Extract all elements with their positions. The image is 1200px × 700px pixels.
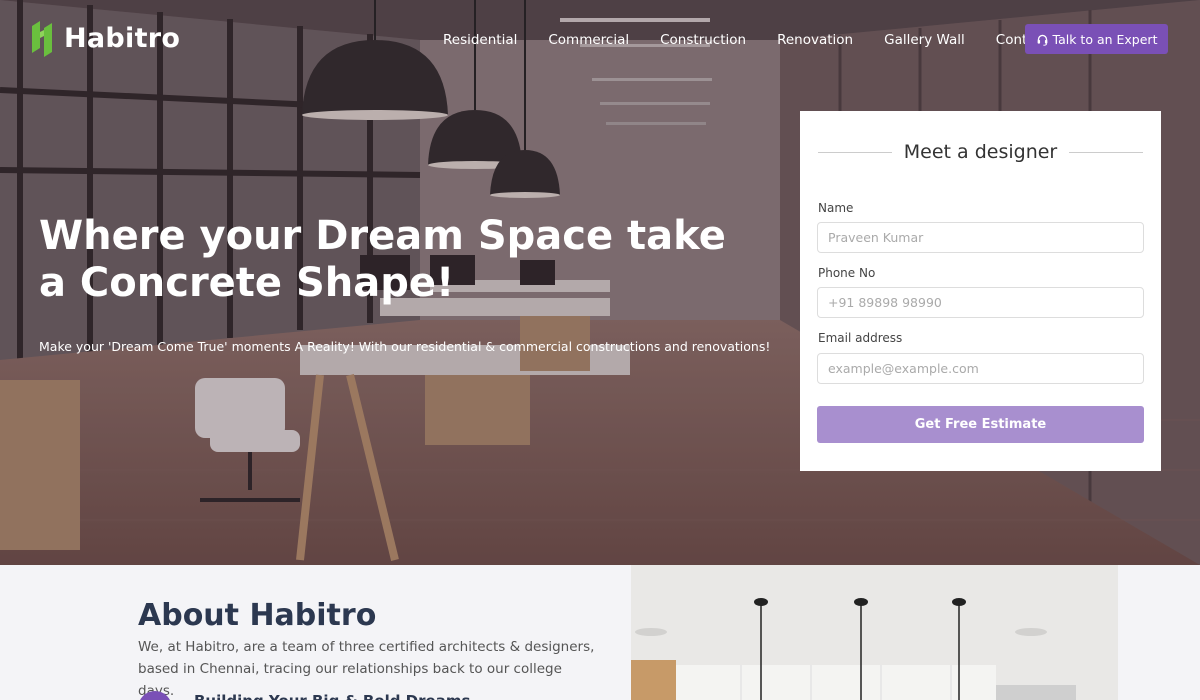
phone-label: Phone No: [818, 266, 876, 280]
hero-subtitle: Make your 'Dream Come True' moments A Re…: [39, 339, 771, 354]
get-free-estimate-button[interactable]: Get Free Estimate: [817, 406, 1144, 443]
nav-item-construction[interactable]: Construction: [660, 32, 746, 48]
nav-item-gallery-wall[interactable]: Gallery Wall: [884, 32, 965, 48]
form-header-divider-right: [1069, 151, 1144, 153]
name-label: Name: [818, 201, 854, 215]
nav-item-residential[interactable]: Residential: [443, 32, 517, 48]
nav-item-commercial[interactable]: Commercial: [548, 32, 629, 48]
phone-input[interactable]: [817, 287, 1144, 318]
form-title: Meet a designer: [903, 141, 1058, 163]
form-header-divider-left: [818, 151, 892, 153]
brand-logo[interactable]: Habitro: [30, 18, 180, 58]
brand-name: Habitro: [64, 22, 181, 54]
form-header: Meet a designer: [818, 141, 1144, 163]
headset-icon: [1037, 34, 1047, 46]
email-label: Email address: [818, 331, 903, 345]
about-text: We, at Habitro, are a team of three cert…: [138, 639, 595, 699]
talk-to-expert-button[interactable]: Talk to an Expert: [1025, 24, 1168, 54]
main-nav: Residential Commercial Construction Reno…: [443, 32, 1048, 48]
about-image: [631, 565, 1118, 700]
habitro-logo-icon: [32, 21, 52, 57]
hero-section: Habitro Residential Commercial Construct…: [0, 0, 1200, 565]
about-subheading: Building Your Big & Bold Dreams: [194, 692, 470, 700]
nav-item-renovation[interactable]: Renovation: [777, 32, 853, 48]
talk-to-expert-label: Talk to an Expert: [1052, 31, 1158, 47]
about-title: About Habitro: [138, 598, 377, 633]
name-input[interactable]: [817, 222, 1144, 253]
meet-designer-form: Meet a designer Name Phone No Email addr…: [800, 111, 1161, 471]
hero-title: Where your Dream Space take a Concrete S…: [39, 213, 726, 306]
email-input[interactable]: [817, 353, 1144, 384]
